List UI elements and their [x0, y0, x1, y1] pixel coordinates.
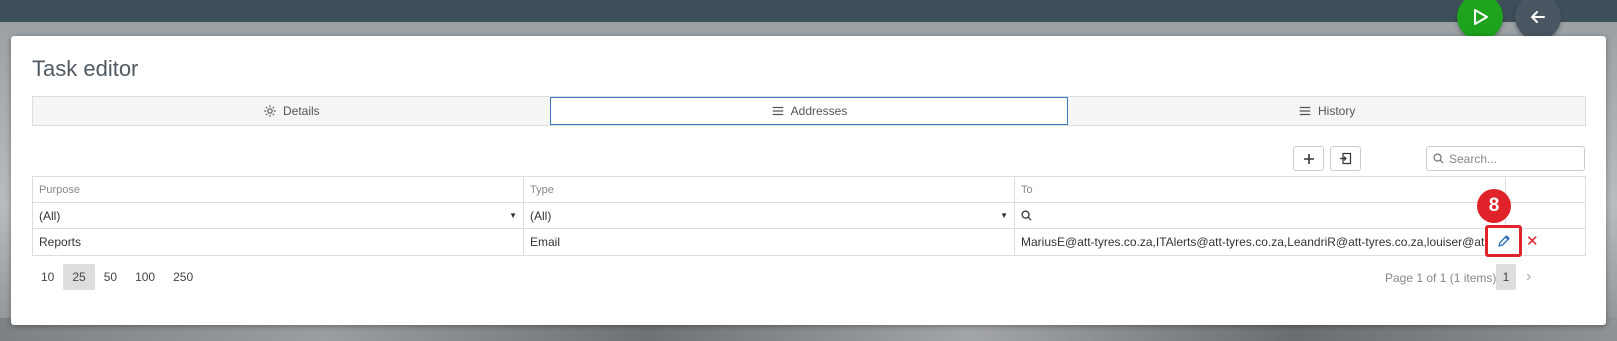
grid-header-row: Purpose Type To	[33, 177, 1585, 203]
add-button[interactable]	[1293, 146, 1324, 171]
filter-type-value: (All)	[530, 208, 552, 223]
tab-history[interactable]: History	[1068, 97, 1585, 125]
column-chooser-button[interactable]	[1330, 146, 1361, 171]
search-box[interactable]	[1426, 146, 1585, 171]
cell-purpose: Reports	[33, 229, 524, 255]
cell-type: Email	[524, 229, 1015, 255]
search-input[interactable]	[1449, 151, 1569, 166]
addresses-grid: Purpose Type To (All) ▼ (All) ▼ Reports …	[32, 176, 1586, 256]
play-icon	[1474, 9, 1488, 25]
pencil-icon	[1497, 235, 1510, 247]
column-header-to[interactable]: To	[1015, 177, 1506, 202]
page-size-10[interactable]: 10	[32, 264, 63, 290]
tab-history-label: History	[1318, 104, 1356, 118]
plus-icon	[1303, 153, 1314, 164]
top-bar	[0, 0, 1617, 22]
list-icon	[1299, 106, 1311, 116]
filter-purpose-value: (All)	[39, 208, 61, 223]
list-icon	[772, 106, 783, 116]
page-button-1[interactable]: 1	[1496, 264, 1516, 290]
step-badge: 8	[1477, 189, 1511, 223]
back-button[interactable]	[1515, 0, 1561, 40]
page-info: Page 1 of 1 (1 items)	[1385, 271, 1497, 285]
caret-down-icon: ▼	[509, 211, 517, 220]
page-size-25[interactable]: 25	[63, 264, 95, 290]
chevron-right-icon[interactable]: ›	[1526, 268, 1531, 286]
page-size-250[interactable]: 250	[164, 264, 202, 290]
edit-button[interactable]	[1485, 225, 1522, 257]
column-header-type[interactable]: Type	[524, 177, 1015, 202]
filter-type[interactable]: (All) ▼	[524, 203, 1015, 228]
tab-bar: Details Addresses History	[32, 96, 1586, 126]
caret-down-icon: ▼	[1000, 211, 1008, 220]
search-icon	[1021, 210, 1032, 221]
column-chooser-icon	[1340, 152, 1352, 165]
page-size-selector: 10 25 50 100 250	[32, 264, 202, 290]
column-header-actions	[1506, 177, 1585, 202]
run-button[interactable]	[1457, 0, 1503, 40]
tab-details-label: Details	[282, 104, 320, 118]
gear-icon	[264, 105, 276, 117]
cell-to: MariusE@att-tyres.co.za,ITAlerts@att-tyr…	[1015, 229, 1506, 255]
arrow-left-icon	[1531, 11, 1545, 23]
filter-to[interactable]	[1015, 203, 1506, 228]
page-title: Task editor	[32, 56, 139, 81]
table-row[interactable]: Reports Email MariusE@att-tyres.co.za,IT…	[33, 229, 1585, 255]
tab-addresses-label: Addresses	[790, 104, 848, 118]
page-size-100[interactable]: 100	[126, 264, 164, 290]
page-size-50[interactable]: 50	[95, 264, 126, 290]
tab-details[interactable]: Details	[33, 97, 550, 125]
column-header-purpose[interactable]: Purpose	[33, 177, 524, 202]
tab-addresses[interactable]: Addresses	[549, 97, 1069, 125]
grid-filter-row: (All) ▼ (All) ▼	[33, 203, 1585, 229]
delete-icon[interactable]: ✕	[1526, 232, 1539, 250]
search-icon	[1433, 153, 1444, 164]
task-editor-panel: Task editor Details Addresses History Pu…	[11, 36, 1606, 325]
filter-purpose[interactable]: (All) ▼	[33, 203, 524, 228]
